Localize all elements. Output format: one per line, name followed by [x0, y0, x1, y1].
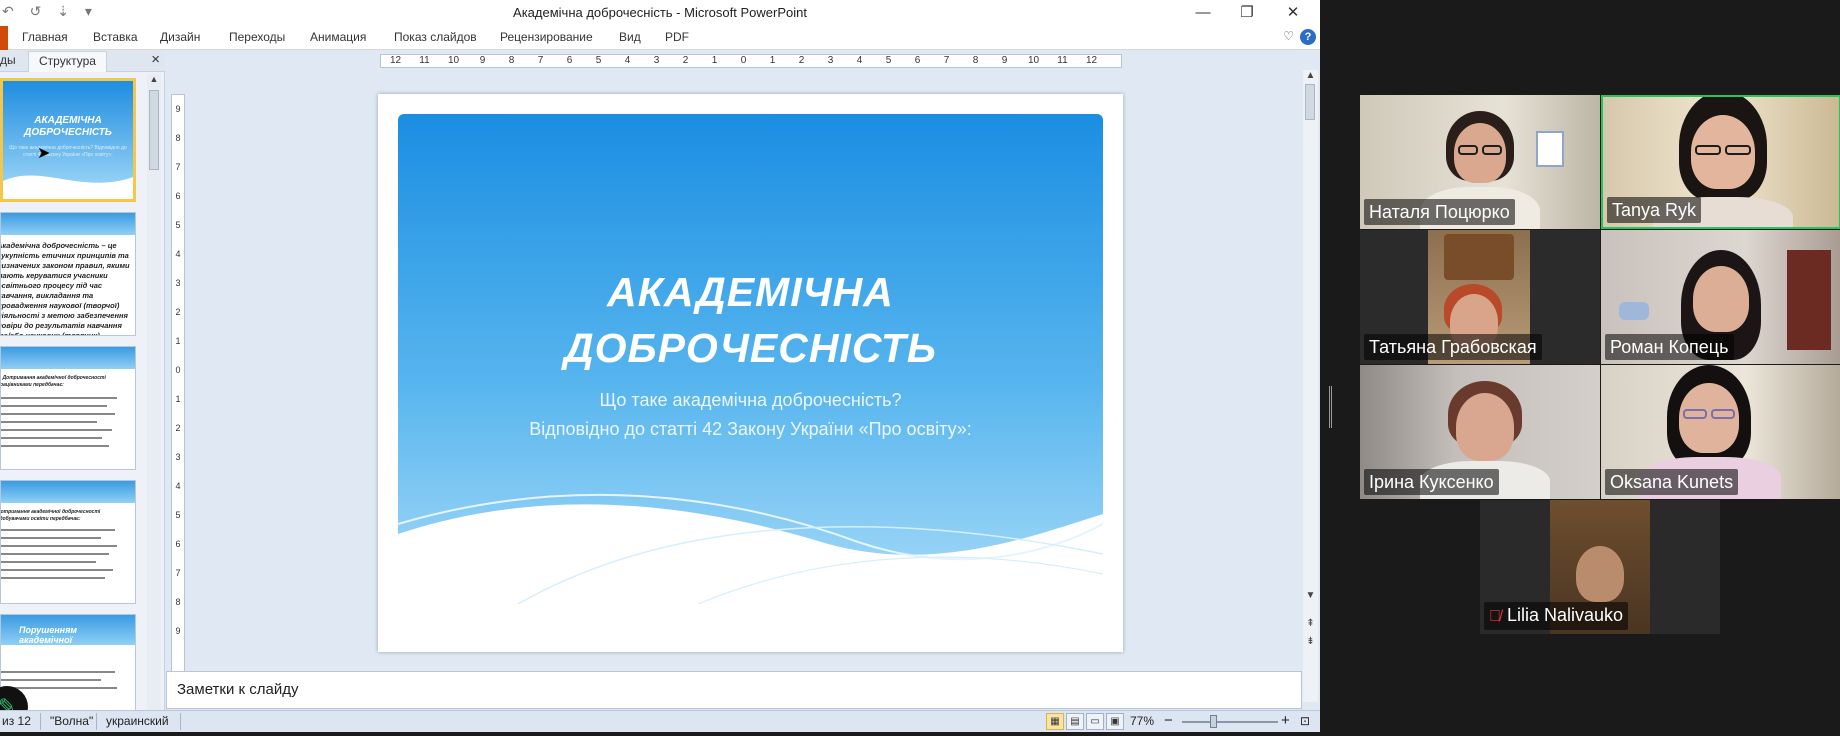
- zoom-out-button[interactable]: −: [1164, 712, 1173, 729]
- participant-name: Tanya Ryk: [1607, 197, 1702, 223]
- file-tab[interactable]: [0, 26, 8, 50]
- slideshow-view-icon[interactable]: ▣: [1106, 713, 1124, 730]
- participant-video-6[interactable]: Oksana Kunets: [1601, 365, 1840, 499]
- splitter-handle[interactable]: [1329, 386, 1332, 428]
- horizontal-ruler: 12 11 10 9 8 7 6 5 4 3 2 1 0 1 2 3 4 5 6 7 8 9 10 11 12: [380, 54, 1122, 68]
- participant-name: Наталя Поцюрко: [1364, 199, 1515, 225]
- slide-thumbnail-1[interactable]: АКАДЕМІЧНА ДОБРОЧЕСНІСТЬ Що таке академі…: [0, 78, 136, 202]
- participant-name: Роман Копець: [1605, 334, 1734, 360]
- powerpoint-window: ↶ ↺ ⇣ ▾ Академічна доброчесність - Micro…: [0, 0, 1320, 732]
- thumb-text: 1. Дотримання академічної доброчесності …: [0, 375, 106, 388]
- vertical-ruler: 9876543210123456789: [171, 94, 185, 702]
- slide-background: АКАДЕМІЧНА ДОБРОЧЕСНІСТЬ Що таке академі…: [398, 114, 1103, 604]
- tab-animation[interactable]: Анимация: [310, 30, 366, 44]
- thumb-subtitle: Що таке академічна доброчесність? Відпов…: [9, 145, 127, 158]
- workspace: ды Структура × АКАДЕМІЧНА ДОБРОЧЕСНІСТЬ …: [0, 50, 1320, 728]
- tab-pdf[interactable]: PDF: [665, 30, 689, 44]
- slide-counter: из 12: [2, 714, 31, 728]
- scrollbar-thumb[interactable]: [149, 90, 159, 170]
- close-button[interactable]: ✕: [1276, 2, 1310, 24]
- tab-outline[interactable]: Структура: [28, 51, 107, 72]
- reading-view-icon[interactable]: ▭: [1086, 713, 1104, 730]
- tab-design[interactable]: Дизайн: [160, 30, 200, 44]
- slide-sorter-icon[interactable]: ▤: [1066, 713, 1084, 730]
- participant-video-2[interactable]: Tanya Ryk: [1601, 95, 1840, 229]
- window-title: Академічна доброчесність - Microsoft Pow…: [513, 5, 807, 20]
- panel-close-icon[interactable]: ×: [151, 51, 160, 68]
- panel-tabs: ды Структура ×: [0, 50, 165, 72]
- participant-video-4[interactable]: Роман Копець: [1601, 230, 1840, 364]
- participant-name: Lilia Nalivauko: [1507, 605, 1624, 625]
- editor-scrollbar-thumb[interactable]: [1305, 84, 1315, 120]
- thumbnail-list: АКАДЕМІЧНА ДОБРОЧЕСНІСТЬ Що таке академі…: [0, 74, 145, 710]
- tab-view[interactable]: Вид: [619, 30, 641, 44]
- thumb-text: Порушенням академічної доброчесності вва…: [19, 625, 88, 665]
- minimize-button[interactable]: —: [1186, 2, 1220, 24]
- tab-home[interactable]: Главная: [22, 30, 68, 44]
- slide-subtitle[interactable]: Що таке академічна доброчесність? Відпов…: [398, 386, 1103, 444]
- participant-name: Oksana Kunets: [1605, 469, 1739, 495]
- slide-wave-decoration: [398, 493, 1103, 604]
- thumbnail-scrollbar[interactable]: ▲: [147, 74, 161, 710]
- previous-slide-icon[interactable]: ⇞: [1303, 618, 1318, 629]
- slides-panel: ды Структура × АКАДЕМІЧНА ДОБРОЧЕСНІСТЬ …: [0, 50, 165, 710]
- screen: ↶ ↺ ⇣ ▾ Академічна доброчесність - Micro…: [0, 0, 1840, 736]
- scroll-up-icon[interactable]: ▲: [147, 74, 161, 84]
- slide-title[interactable]: АКАДЕМІЧНА ДОБРОЧЕСНІСТЬ: [398, 264, 1103, 376]
- thumb-text: Дотримання академічної доброчесності здо…: [0, 509, 101, 522]
- participant-name-tag: 🎙̸ Lilia Nalivauko: [1484, 602, 1629, 630]
- slide-thumbnail-4[interactable]: Дотримання академічної доброчесності здо…: [0, 480, 136, 604]
- zoom-in-button[interactable]: +: [1281, 712, 1290, 729]
- scroll-up-icon[interactable]: ▲: [1303, 70, 1318, 81]
- participant-name: Ірина Куксенко: [1364, 469, 1499, 495]
- slide-thumbnail-3[interactable]: 1. Дотримання академічної доброчесності …: [0, 346, 136, 470]
- mouse-cursor-icon: ➤: [37, 145, 51, 162]
- language-indicator[interactable]: украинский: [106, 714, 169, 728]
- thumb-text: Академічна доброчесність – це сукупність…: [0, 241, 130, 336]
- fit-to-window-icon[interactable]: ⊡: [1300, 714, 1310, 728]
- tab-insert[interactable]: Вставка: [93, 30, 138, 44]
- help-icon[interactable]: ?: [1300, 29, 1316, 45]
- tab-transitions[interactable]: Переходы: [229, 30, 285, 44]
- thumb-title: АКАДЕМІЧНА ДОБРОЧЕСНІСТЬ: [24, 115, 112, 138]
- status-bar: из 12 "Волна" украинский ▦ ▤ ▭ ▣ 77% − +…: [0, 710, 1320, 732]
- current-slide[interactable]: АКАДЕМІЧНА ДОБРОЧЕСНІСТЬ Що таке академі…: [378, 94, 1123, 652]
- participant-video-5[interactable]: Ірина Куксенко: [1360, 365, 1600, 499]
- slide-title-line-2: ДОБРОЧЕСНІСТЬ: [564, 325, 937, 371]
- slide-thumbnail-2[interactable]: Академічна доброчесність – це сукупність…: [0, 212, 136, 336]
- ribbon-minimize-icon[interactable]: ♡: [1283, 29, 1294, 43]
- tab-slideshow[interactable]: Показ слайдов: [394, 30, 477, 44]
- zoom-slider[interactable]: [1182, 721, 1278, 723]
- notes-placeholder: Заметки к слайду: [177, 681, 299, 698]
- editor-scrollbar[interactable]: ▲ ▼ ⇞ ⇟: [1303, 70, 1318, 702]
- tab-slides[interactable]: ды: [0, 53, 16, 67]
- next-slide-icon[interactable]: ⇟: [1303, 636, 1318, 647]
- slide-title-line-1: АКАДЕМІЧНА: [607, 269, 894, 315]
- notes-pane[interactable]: Заметки к слайду: [166, 671, 1302, 709]
- title-bar: ↶ ↺ ⇣ ▾ Академічна доброчесність - Micro…: [0, 0, 1320, 26]
- zoom-slider-knob[interactable]: [1210, 715, 1217, 728]
- slide-editor: АКАДЕМІЧНА ДОБРОЧЕСНІСТЬ Що таке академі…: [193, 70, 1303, 702]
- zoom-level[interactable]: 77%: [1130, 714, 1154, 728]
- participant-video-3[interactable]: Татьяна Грабовская: [1360, 230, 1600, 364]
- restore-button[interactable]: ❐: [1230, 2, 1264, 24]
- tab-review[interactable]: Рецензирование: [500, 30, 593, 44]
- normal-view-icon[interactable]: ▦: [1046, 713, 1064, 730]
- scroll-down-icon[interactable]: ▼: [1303, 590, 1318, 601]
- participant-video-1[interactable]: Наталя Поцюрко: [1360, 95, 1600, 229]
- ribbon-tabs: Главная Вставка Дизайн Переходы Анимация…: [0, 26, 1320, 50]
- theme-name[interactable]: "Волна": [50, 714, 93, 728]
- participant-name: Татьяна Грабовская: [1364, 334, 1542, 360]
- participant-video-7[interactable]: 🎙̸ Lilia Nalivauko: [1480, 500, 1720, 634]
- muted-microphone-icon: 🎙̸: [1489, 608, 1501, 625]
- thumb-wave: [3, 175, 133, 199]
- slide-subtitle-line-1: Що таке академічна доброчесність?: [599, 390, 902, 410]
- slide-subtitle-line-2: Відповідно до статті 42 Закону України «…: [529, 419, 972, 439]
